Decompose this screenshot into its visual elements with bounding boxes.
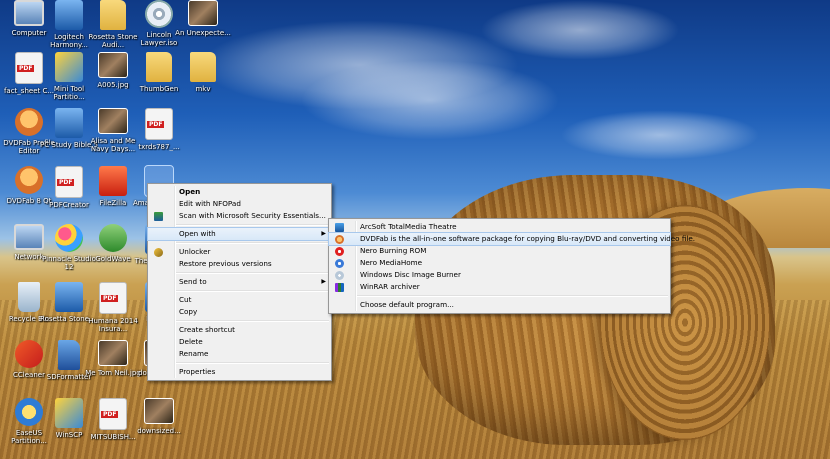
- menu-item-create-shortcut[interactable]: Create shortcut: [148, 324, 331, 336]
- menu-item-copy[interactable]: Copy: [148, 306, 331, 318]
- open-with-submenu: ArcSoft TotalMedia Theatre DVDFab is the…: [328, 218, 695, 314]
- nero-mediahome-icon: [335, 259, 344, 268]
- menu-item-unlocker[interactable]: Unlocker: [148, 246, 331, 258]
- menu-separator: [176, 362, 329, 364]
- recycle-bin-icon: [18, 282, 40, 312]
- disc-burner-icon: [335, 271, 344, 280]
- menu-item-properties[interactable]: Properties: [148, 366, 331, 378]
- menu-separator: [176, 242, 329, 244]
- submenu-arrow-icon: ▶: [321, 230, 326, 237]
- pc-study-bible-icon: [55, 108, 83, 138]
- image-file-icon: [98, 108, 128, 134]
- nero-burning-rom-icon: [335, 247, 344, 256]
- menu-item-rename[interactable]: Rename: [148, 348, 331, 360]
- video-file-icon: [188, 0, 218, 26]
- sdformatter-icon: [58, 340, 80, 370]
- rosetta-stone-icon: [55, 282, 83, 312]
- rosetta-stone-audio-icon: [100, 0, 126, 30]
- menu-item-cut[interactable]: Cut: [148, 294, 331, 306]
- menu-separator: [176, 224, 329, 226]
- unlocker-wand-icon: [154, 248, 163, 257]
- desktop-icon-downsized[interactable]: downsized...: [130, 398, 188, 456]
- menu-separator: [176, 272, 329, 274]
- dvdfab-icon: [15, 166, 43, 194]
- easeus-partition-icon: [15, 398, 43, 426]
- desktop-icon-txrds[interactable]: txrds787_...: [130, 108, 188, 166]
- pdf-file-icon: [99, 398, 127, 430]
- filezilla-icon: [99, 166, 127, 196]
- image-file-icon: [98, 340, 128, 366]
- open-with-disc-image-burner[interactable]: Windows Disc Image Burner: [329, 269, 670, 281]
- winrar-icon: [335, 283, 344, 292]
- cloud: [300, 60, 560, 140]
- arcsoft-icon: [335, 223, 344, 232]
- pdf-file-icon: [145, 108, 173, 140]
- folder-icon: [190, 52, 216, 82]
- menu-separator: [176, 320, 329, 322]
- menu-item-edit-nfopad[interactable]: Edit with NFOPad: [148, 198, 331, 210]
- menu-item-open-with[interactable]: Open with ▶: [147, 227, 332, 241]
- context-menu: Open Edit with NFOPad Scan with Microsof…: [147, 183, 332, 381]
- menu-separator: [176, 290, 329, 292]
- image-file-icon: [98, 52, 128, 78]
- open-with-winrar[interactable]: WinRAR archiver: [329, 281, 670, 293]
- open-with-dvdfab[interactable]: DVDFab is the all-in-one software packag…: [328, 232, 695, 246]
- pinnacle-studio-icon: [55, 224, 83, 252]
- menu-item-scan-mse[interactable]: Scan with Microsoft Security Essentials.…: [148, 210, 331, 222]
- image-file-icon: [144, 398, 174, 424]
- dvdfab-icon: [335, 235, 344, 244]
- menu-separator: [357, 295, 668, 297]
- ccleaner-icon: [15, 340, 43, 368]
- pdf-file-icon: [99, 282, 127, 314]
- shield-icon: [154, 212, 163, 221]
- open-with-choose-default[interactable]: Choose default program...: [329, 299, 670, 311]
- open-with-nero-burning-rom[interactable]: Nero Burning ROM: [329, 245, 670, 257]
- menu-item-delete[interactable]: Delete: [148, 336, 331, 348]
- cloud: [480, 0, 680, 60]
- open-with-nero-mediahome[interactable]: Nero MediaHome: [329, 257, 670, 269]
- minitool-partition-icon: [55, 52, 83, 82]
- pdfcreator-icon: [55, 166, 83, 198]
- iso-disc-icon: [145, 0, 173, 28]
- goldwave-icon: [99, 224, 127, 252]
- menu-item-send-to[interactable]: Send to ▶: [148, 276, 331, 288]
- desktop-icon-mkv[interactable]: mkv: [174, 52, 232, 110]
- winscp-icon: [55, 398, 83, 428]
- desktop-icon-unexpected[interactable]: An Unexpecte...: [174, 0, 232, 58]
- thumbgen-icon: [146, 52, 172, 82]
- pdf-file-icon: [15, 52, 43, 84]
- dvdfab-profile-editor-icon: [15, 108, 43, 136]
- cloud: [560, 110, 760, 160]
- menu-item-open[interactable]: Open: [148, 186, 331, 198]
- logitech-harmony-icon: [55, 0, 83, 30]
- open-with-arcsoft[interactable]: ArcSoft TotalMedia Theatre: [329, 221, 670, 233]
- submenu-arrow-icon: ▶: [321, 278, 326, 285]
- menu-item-restore-versions[interactable]: Restore previous versions: [148, 258, 331, 270]
